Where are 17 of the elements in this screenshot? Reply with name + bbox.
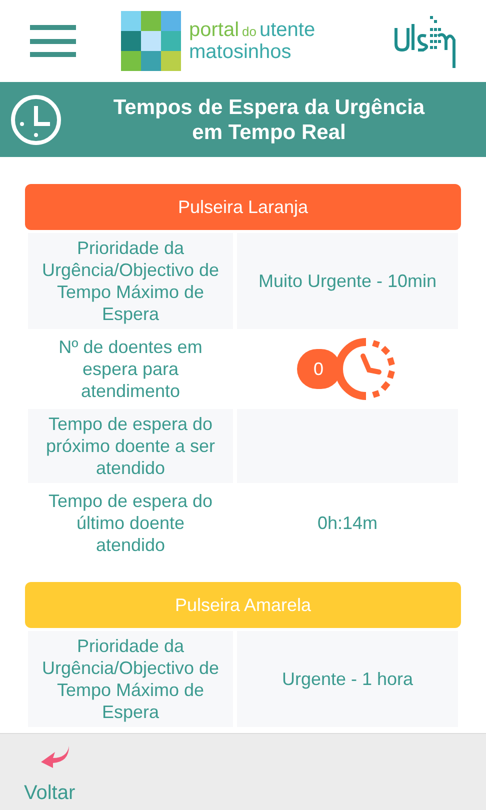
logo-text: matosinhos (189, 42, 292, 62)
section-header: Pulseira Amarela (25, 582, 461, 628)
logo-mosaic-icon (121, 11, 181, 71)
logo-text: portal (189, 20, 240, 40)
value-cell: Muito Urgente - 10min (237, 233, 458, 329)
label-cell: Prioridade da Urgência/Objectivo de Tempo Máximo de Espera (28, 631, 233, 727)
back-arrow-icon (39, 744, 71, 770)
logo-text: do (242, 23, 256, 41)
page-title: Tempos de Espera da Urgência em Tempo Real (112, 94, 426, 144)
label-cell: Tempo de espera do próximo doente a ser atendido (28, 409, 233, 483)
logo-text: utente (260, 20, 316, 40)
count-badge: 0 (296, 349, 340, 389)
section-header: Pulseira Laranja (25, 184, 461, 230)
value-cell: Urgente - 1 hora (237, 631, 458, 727)
label-cell: Prioridade da Urgência/Objectivo de Tempo Máximo de Espera (28, 233, 233, 329)
emblem-icon (394, 14, 456, 68)
clock-icon (10, 94, 62, 146)
